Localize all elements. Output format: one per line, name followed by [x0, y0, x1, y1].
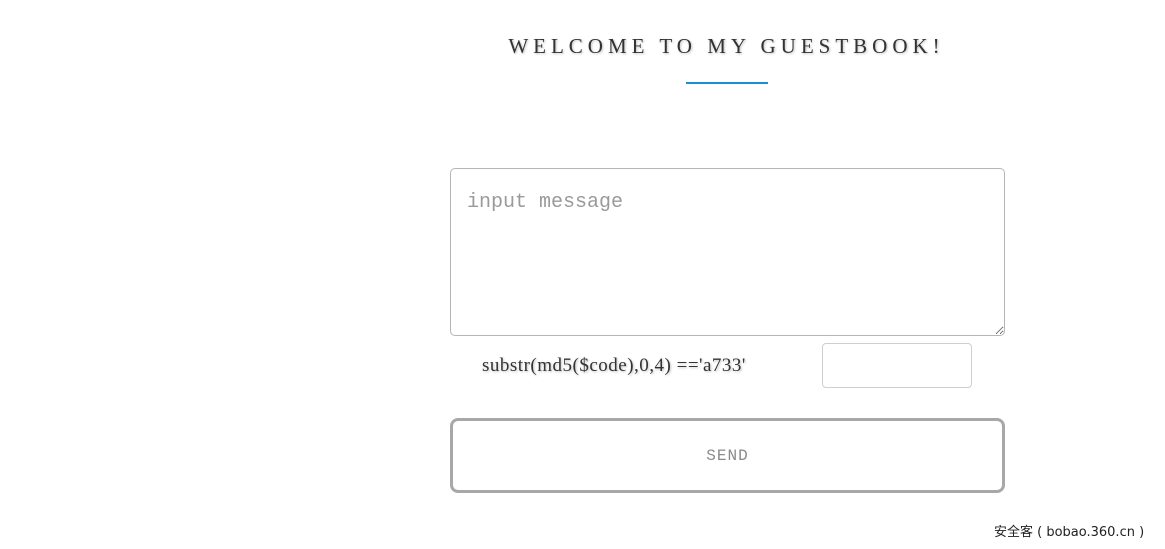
captcha-input[interactable] — [822, 343, 972, 388]
send-button[interactable]: SEND — [450, 418, 1005, 493]
page-title: WELCOME TO MY GUESTBOOK! — [508, 34, 945, 58]
title-underline — [686, 82, 768, 84]
message-input[interactable] — [450, 168, 1005, 336]
watermark: 安全客 ( bobao.360.cn ) — [994, 525, 1145, 540]
captcha-label: substr(md5($code),0,4) =='a733' — [482, 355, 746, 376]
